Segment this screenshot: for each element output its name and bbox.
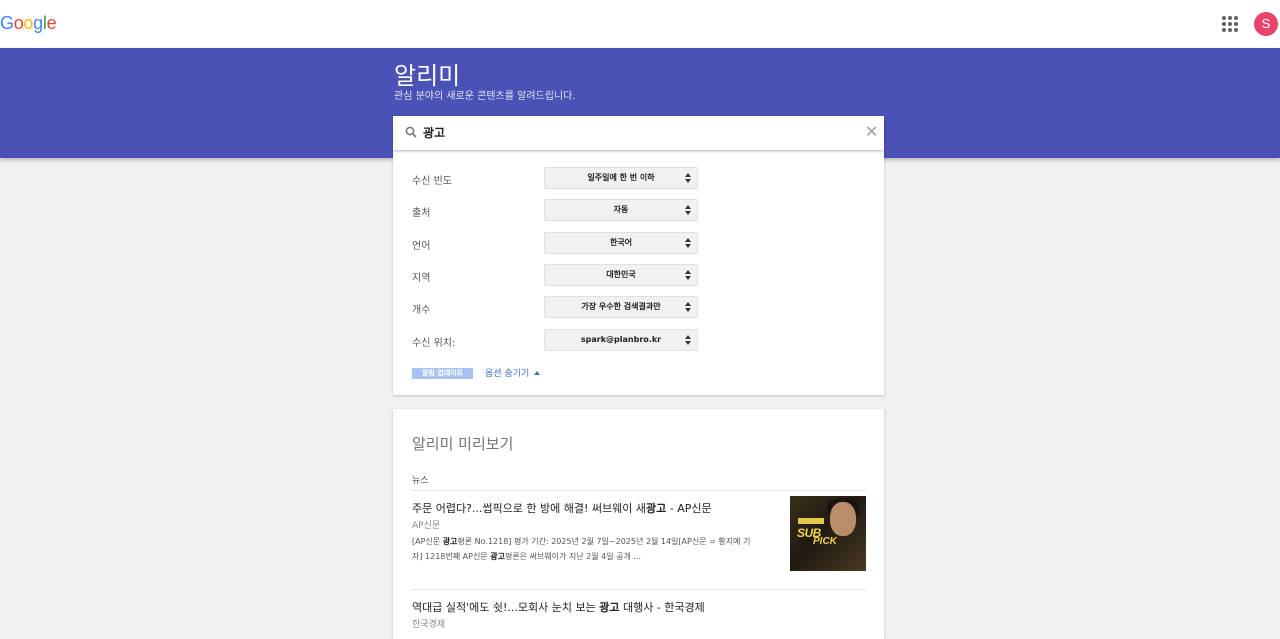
count-select[interactable]: 가장 우수한 검색결과만 bbox=[544, 296, 698, 318]
logo-letter: o bbox=[13, 13, 24, 33]
article-snippet: [AP신문 광고평론 No.1218] 평가 기간: 2025년 2월 7일~2… bbox=[412, 537, 751, 561]
page-title: 알리미 bbox=[394, 62, 461, 90]
source-select[interactable]: 자동 bbox=[544, 199, 698, 221]
caret-up-icon bbox=[534, 371, 541, 375]
article-title[interactable]: 주문 어렵다?...썹픽으로 한 방에 해결! 써브웨이 새광고 - AP신문 bbox=[412, 500, 782, 516]
alert-preview-card: 알리미 미리보기 뉴스 주문 어렵다?...썹픽으로 한 방에 해결! 써브웨이… bbox=[393, 409, 884, 639]
top-bar: Google S bbox=[0, 0, 1280, 48]
option-label: 개수 bbox=[412, 305, 431, 316]
alert-query-box: ✕ bbox=[393, 116, 884, 150]
hide-options-link[interactable]: 옵션 숨기기 bbox=[485, 366, 541, 379]
option-row-language: 언어 한국어 bbox=[393, 232, 884, 256]
article-thumbnail[interactable]: SUB PICK bbox=[790, 496, 866, 571]
logo-letter: G bbox=[0, 13, 14, 33]
thumbnail-text: PICK bbox=[813, 536, 837, 547]
preview-section-label: 뉴스 bbox=[412, 476, 429, 486]
article-source: AP신문 bbox=[412, 521, 441, 531]
select-arrows-icon bbox=[685, 335, 691, 345]
divider bbox=[412, 490, 866, 491]
select-arrows-icon bbox=[685, 205, 691, 215]
region-select[interactable]: 대한민국 bbox=[544, 264, 698, 286]
option-row-deliver-to: 수신 위치: spark@planbro.kr bbox=[393, 329, 884, 353]
article-source: 한국경제 bbox=[412, 620, 446, 630]
option-row-count: 개수 가장 우수한 검색결과만 bbox=[393, 296, 884, 320]
logo-letter: g bbox=[33, 13, 43, 33]
option-label: 지역 bbox=[412, 273, 431, 284]
avatar[interactable]: S bbox=[1254, 12, 1278, 36]
select-arrows-icon bbox=[685, 270, 691, 280]
alert-options-card: 수신 빈도 일주일에 한 번 이하 출처 자동 언어 한국어 지역 대한민국 개… bbox=[393, 150, 884, 395]
option-label: 언어 bbox=[412, 241, 431, 252]
frequency-select[interactable]: 일주일에 한 번 이하 bbox=[544, 167, 698, 189]
google-logo[interactable]: Google bbox=[0, 13, 57, 34]
option-row-frequency: 수신 빈도 일주일에 한 번 이하 bbox=[393, 167, 884, 191]
preview-title: 알리미 미리보기 bbox=[412, 435, 514, 453]
logo-letter: o bbox=[23, 13, 34, 33]
page-subtitle: 관심 분야의 새로운 콘텐츠를 알려드립니다. bbox=[394, 91, 576, 102]
divider bbox=[412, 589, 866, 590]
update-alert-button[interactable]: 알림 업데이트 bbox=[412, 368, 473, 379]
article-title[interactable]: 역대급 실적'에도 쉿!...모회사 눈치 보는 광고 대행사 - 한국경제 bbox=[412, 599, 782, 615]
option-label: 수신 위치: bbox=[412, 338, 456, 349]
select-arrows-icon bbox=[685, 238, 691, 248]
close-icon[interactable]: ✕ bbox=[865, 124, 878, 140]
option-row-region: 지역 대한민국 bbox=[393, 264, 884, 288]
alert-query-input[interactable] bbox=[423, 125, 843, 139]
option-label: 출처 bbox=[412, 208, 431, 219]
search-icon bbox=[405, 126, 417, 138]
logo-letter: e bbox=[46, 13, 57, 33]
select-arrows-icon bbox=[685, 173, 691, 183]
option-row-source: 출처 자동 bbox=[393, 199, 884, 223]
option-label: 수신 빈도 bbox=[412, 176, 452, 187]
language-select[interactable]: 한국어 bbox=[544, 232, 698, 254]
select-arrows-icon bbox=[685, 302, 691, 312]
deliver-to-select[interactable]: spark@planbro.kr bbox=[544, 329, 698, 351]
apps-grid-icon[interactable] bbox=[1222, 16, 1238, 32]
